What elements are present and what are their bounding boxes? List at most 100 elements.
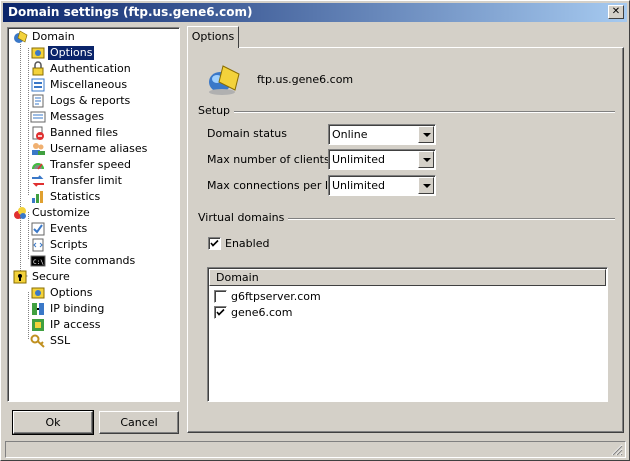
ip-access-icon	[30, 317, 46, 333]
domain-name: gene6.com	[231, 305, 293, 319]
options-icon	[30, 45, 46, 61]
tree-item-logs[interactable]: Logs & reports	[30, 93, 132, 109]
miscellaneous-icon	[30, 77, 46, 93]
ssl-icon	[30, 333, 46, 349]
tree-item-options[interactable]: Options	[30, 45, 96, 61]
svg-text:C:\: C:\	[33, 259, 44, 266]
tree-item-domain[interactable]: Domain	[12, 29, 77, 45]
chevron-down-icon[interactable]	[418, 126, 434, 143]
tree-item-transfer-limit[interactable]: Transfer limit	[30, 173, 124, 189]
title-bar[interactable]: Domain settings (ftp.us.gene6.com) ✕	[3, 3, 627, 22]
virtual-domains-list[interactable]: Domain g6ftpserver.com gene6.com	[207, 267, 608, 402]
tree-item-label: Scripts	[50, 238, 88, 251]
tree-item-secure-options[interactable]: Options	[30, 285, 94, 301]
ip-binding-icon	[30, 301, 46, 317]
domain-name-label: ftp.us.gene6.com	[257, 73, 354, 86]
tree-item-label: Site commands	[50, 254, 136, 267]
domain-settings-window: Domain settings (ftp.us.gene6.com) ✕ Dom…	[0, 0, 630, 461]
tree-item-ip-access[interactable]: IP access	[30, 317, 102, 333]
ok-button[interactable]: Ok	[12, 410, 94, 435]
domain-globe-icon	[209, 65, 240, 95]
tree-item-label: Transfer limit	[50, 174, 122, 187]
tree-item-label: Secure	[32, 270, 70, 283]
statistics-icon	[30, 189, 46, 205]
domain-status-label: Domain status	[207, 127, 287, 140]
tree-item-site-commands[interactable]: C:\ Site commands	[30, 253, 137, 269]
tree-item-label: Options	[46, 45, 96, 61]
resize-grip-icon[interactable]	[611, 444, 623, 456]
max-clients-value: Unlimited	[332, 153, 385, 166]
transfer-limit-icon	[30, 173, 46, 189]
settings-tree[interactable]: Domain Options Authentication Miscellaneous…	[7, 27, 180, 402]
tree-item-ip-binding[interactable]: IP binding	[30, 301, 106, 317]
domain-list-item[interactable]: gene6.com	[214, 304, 292, 320]
tree-item-label: Authentication	[50, 62, 131, 75]
tree-item-label: Statistics	[50, 190, 101, 203]
checkmark-icon	[210, 239, 219, 247]
max-clients-select[interactable]: Unlimited	[328, 149, 436, 170]
tree-item-label: Options	[50, 286, 93, 299]
tree-item-label: SSL	[50, 334, 71, 347]
tree-item-label: IP binding	[50, 302, 105, 315]
checkmark-icon	[216, 308, 225, 316]
tree-item-label: Miscellaneous	[50, 78, 128, 91]
domain-checkbox[interactable]	[214, 289, 227, 303]
tree-item-username-aliases[interactable]: Username aliases	[30, 141, 149, 157]
domain-column-header-label: Domain	[216, 271, 259, 284]
domain-list-item[interactable]: g6ftpserver.com	[214, 288, 321, 304]
tree-item-label: Username aliases	[50, 142, 148, 155]
status-bar	[5, 441, 626, 458]
tree-item-events[interactable]: Events	[30, 221, 89, 237]
chevron-down-icon[interactable]	[418, 177, 434, 194]
username-aliases-icon	[30, 141, 46, 157]
tree-item-customize[interactable]: Customize	[12, 205, 92, 221]
setup-group-title: Setup	[198, 104, 235, 117]
scripts-icon	[30, 237, 46, 253]
max-connections-select[interactable]: Unlimited	[328, 175, 436, 196]
tree-item-label: Logs & reports	[50, 94, 131, 107]
site-commands-icon: C:\	[30, 253, 46, 269]
customize-icon	[12, 205, 28, 221]
close-icon: ✕	[611, 6, 621, 17]
max-connections-label: Max connections per IP	[207, 179, 335, 192]
domain-status-value: Online	[332, 128, 368, 141]
secure-icon	[12, 269, 28, 285]
tree-item-banned-files[interactable]: Banned files	[30, 125, 120, 141]
tree-item-label: Events	[50, 222, 88, 235]
cancel-button[interactable]: Cancel	[99, 411, 179, 434]
tree-item-scripts[interactable]: Scripts	[30, 237, 90, 253]
tree-item-label: Domain	[32, 30, 75, 43]
chevron-down-icon[interactable]	[418, 151, 434, 168]
authentication-icon	[30, 61, 46, 77]
transfer-speed-icon	[30, 157, 46, 173]
tree-item-ssl[interactable]: SSL	[30, 333, 72, 349]
setup-divider	[201, 111, 615, 113]
tab-options[interactable]: Options	[187, 26, 239, 48]
domain-checkbox[interactable]	[214, 305, 227, 319]
messages-icon	[30, 109, 46, 125]
tree-item-transfer-speed[interactable]: Transfer speed	[30, 157, 133, 173]
max-connections-value: Unlimited	[332, 179, 385, 192]
banned-files-icon	[30, 125, 46, 141]
tree-item-label: Transfer speed	[50, 158, 131, 171]
domain-status-select[interactable]: Online	[328, 124, 436, 145]
tree-item-authentication[interactable]: Authentication	[30, 61, 133, 77]
tree-item-miscellaneous[interactable]: Miscellaneous	[30, 77, 129, 93]
domain-icon	[12, 29, 28, 45]
virtual-domains-group-title: Virtual domains	[198, 211, 289, 224]
max-clients-label: Max number of clients	[207, 153, 330, 166]
tree-item-label: Messages	[50, 110, 104, 123]
tree-item-label: IP access	[50, 318, 101, 331]
domain-name: g6ftpserver.com	[231, 289, 321, 303]
tree-item-messages[interactable]: Messages	[30, 109, 106, 125]
enabled-label: Enabled	[225, 237, 270, 250]
domain-column-header[interactable]: Domain	[209, 269, 606, 286]
tree-item-statistics[interactable]: Statistics	[30, 189, 102, 205]
tree-item-secure[interactable]: Secure	[12, 269, 72, 285]
window-title: Domain settings (ftp.us.gene6.com)	[8, 5, 253, 19]
close-button[interactable]: ✕	[608, 5, 624, 19]
tree-item-label: Banned files	[50, 126, 118, 139]
secure-options-icon	[30, 285, 46, 301]
enabled-checkbox[interactable]	[208, 237, 221, 250]
tree-item-label: Customize	[32, 206, 90, 219]
